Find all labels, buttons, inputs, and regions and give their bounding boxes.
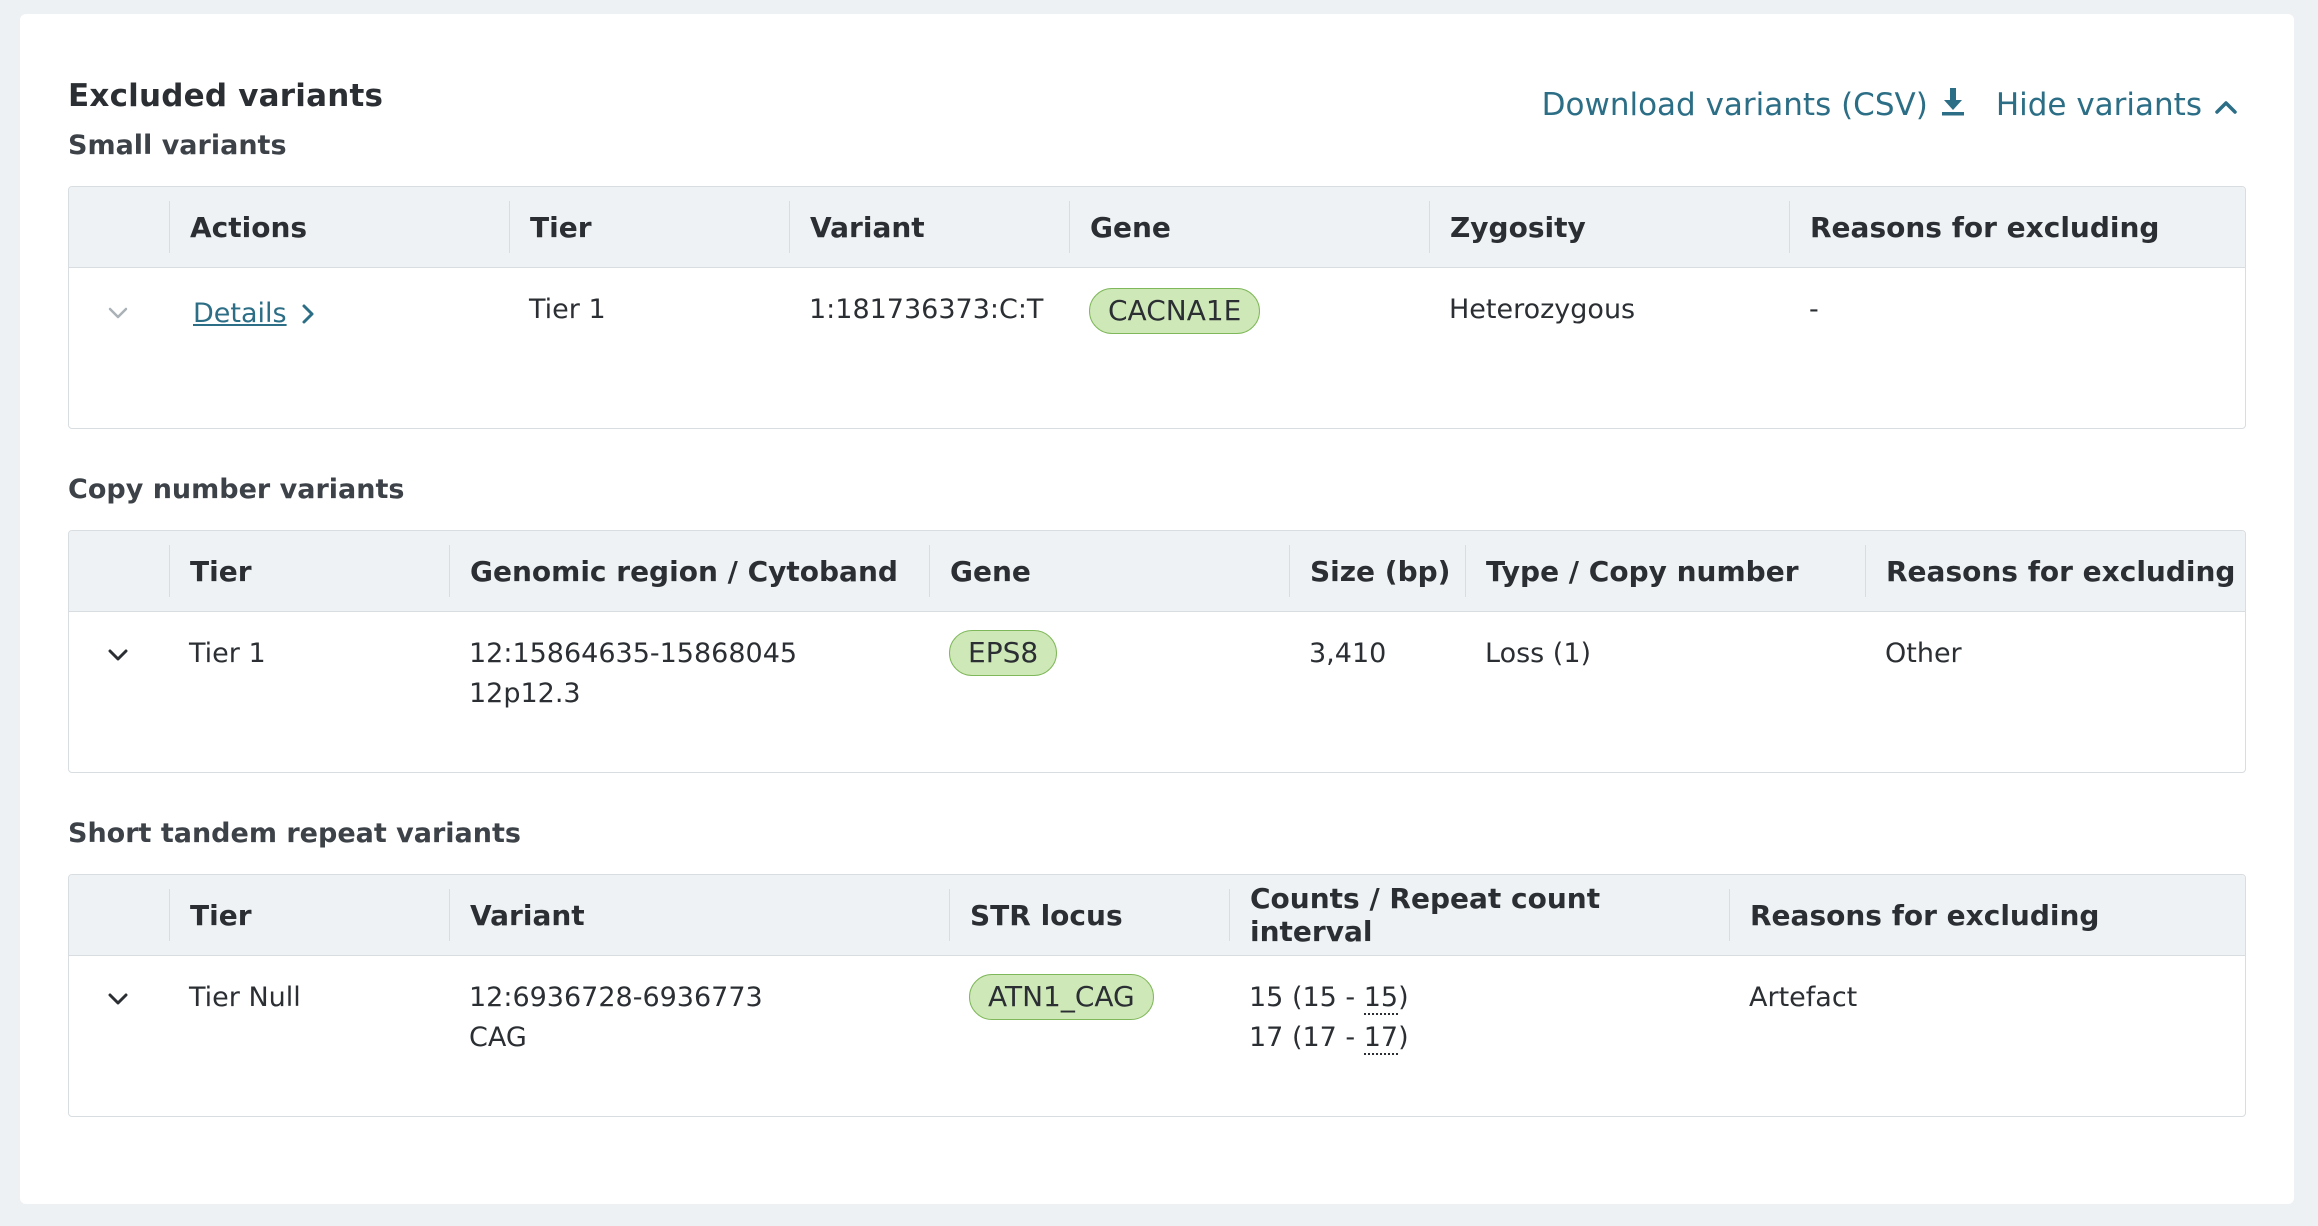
str-locus-badge[interactable]: ATN1_CAG [969, 974, 1154, 1020]
download-label: Download variants (CSV) [1541, 87, 1928, 123]
count-2-prefix: 17 (17 - [1249, 1022, 1364, 1053]
size-cell: 3,410 [1309, 638, 1387, 669]
column-header-region: Genomic region / Cytoband [449, 545, 929, 597]
count-1-value[interactable]: 15 [1363, 982, 1399, 1015]
column-header-gene: Gene [1069, 201, 1429, 253]
column-header-variant: Variant [789, 201, 1069, 253]
table-header: Actions Tier Variant Gene Zygosity Reaso… [69, 187, 2245, 268]
gene-cell: CACNA1E [1089, 288, 1261, 334]
chevron-right-icon [302, 304, 314, 324]
download-icon [1940, 86, 1966, 124]
column-header-counts: Counts / Repeat count interval [1229, 882, 1729, 948]
repeat-unit: CAG [469, 1022, 527, 1053]
column-header-reasons: Reasons for excluding [1865, 545, 2245, 597]
column-header-gene: Gene [929, 545, 1289, 597]
small-variants-table: Actions Tier Variant Gene Zygosity Reaso… [68, 186, 2246, 429]
locus-cell: ATN1_CAG [969, 974, 1154, 1020]
table-row: Tier 1 12:15864635-15868045 12p12.3 EPS8… [69, 612, 2245, 772]
column-header-tier: Tier [509, 201, 789, 253]
str-title: Short tandem repeat variants [68, 818, 521, 849]
column-header-zygosity: Zygosity [1429, 201, 1789, 253]
column-header-locus: STR locus [949, 889, 1229, 941]
variant-cell: 1:181736373:C:T [809, 294, 1044, 325]
column-header-reasons: Reasons for excluding [1789, 201, 2245, 253]
top-actions: Download variants (CSV) Hide variants [1542, 86, 2238, 124]
region-cell: 12:15864635-15868045 12p12.3 [469, 634, 797, 714]
expand-row-button[interactable] [103, 984, 133, 1014]
hide-label: Hide variants [1995, 87, 2202, 123]
page-title: Excluded variants [68, 78, 384, 114]
variant-position: 12:6936728-6936773 [469, 982, 763, 1013]
chevron-down-icon [108, 649, 128, 661]
type-cell: Loss (1) [1485, 638, 1592, 669]
details-link[interactable]: Details [193, 294, 315, 334]
reason-cell: Other [1885, 638, 1962, 669]
table-row: Tier Null 12:6936728-6936773 CAG ATN1_CA… [69, 956, 2245, 1116]
download-variants-button[interactable]: Download variants (CSV) [1542, 86, 1966, 124]
cnv-title: Copy number variants [68, 474, 405, 505]
column-header-actions: Actions [169, 201, 509, 253]
tier-cell: Tier 1 [189, 638, 266, 669]
count-line-2: 17 (17 - 17) [1249, 1022, 1409, 1055]
cytoband: 12p12.3 [469, 678, 581, 709]
gene-badge[interactable]: EPS8 [949, 630, 1058, 676]
tier-cell: Tier 1 [529, 294, 606, 325]
zygosity-cell: Heterozygous [1449, 294, 1636, 325]
counts-cell: 15 (15 - 15) 17 (17 - 17) [1249, 978, 1409, 1058]
chevron-down-icon [108, 993, 128, 1005]
details-label: Details [193, 298, 287, 329]
count-2-value[interactable]: 17 [1363, 1022, 1399, 1055]
reason-cell: - [1809, 294, 1819, 325]
str-table: Tier Variant STR locus Counts / Repeat c… [68, 874, 2246, 1117]
column-header-tier: Tier [169, 545, 449, 597]
column-header-type: Type / Copy number [1465, 545, 1865, 597]
excluded-variants-card: Excluded variants Download variants (CSV… [20, 14, 2294, 1204]
expand-row-button[interactable] [103, 298, 133, 328]
table-header: Tier Genomic region / Cytoband Gene Size… [69, 531, 2245, 612]
column-header-size: Size (bp) [1289, 545, 1465, 597]
cnv-table: Tier Genomic region / Cytoband Gene Size… [68, 530, 2246, 773]
column-header-variant: Variant [449, 889, 949, 941]
table-header: Tier Variant STR locus Counts / Repeat c… [69, 875, 2245, 956]
reason-cell: Artefact [1749, 982, 1858, 1013]
genomic-region: 12:15864635-15868045 [469, 638, 798, 669]
chevron-up-icon [2214, 87, 2238, 123]
expand-row-button[interactable] [103, 640, 133, 670]
table-row: Details Tier 1 1:181736373:C:T CACNA1E H… [69, 268, 2245, 428]
chevron-down-icon [108, 307, 128, 319]
small-variants-title: Small variants [68, 130, 287, 161]
count-line-1: 15 (15 - 15) [1249, 982, 1409, 1015]
column-header-tier: Tier [169, 889, 449, 941]
gene-cell: EPS8 [949, 630, 1058, 676]
hide-variants-button[interactable]: Hide variants [1996, 87, 2238, 123]
column-header-reasons: Reasons for excluding [1729, 889, 2245, 941]
count-1-prefix: 15 (15 - [1249, 982, 1364, 1013]
variant-cell: 12:6936728-6936773 CAG [469, 978, 763, 1058]
gene-badge[interactable]: CACNA1E [1089, 288, 1261, 334]
tier-cell: Tier Null [189, 982, 301, 1013]
